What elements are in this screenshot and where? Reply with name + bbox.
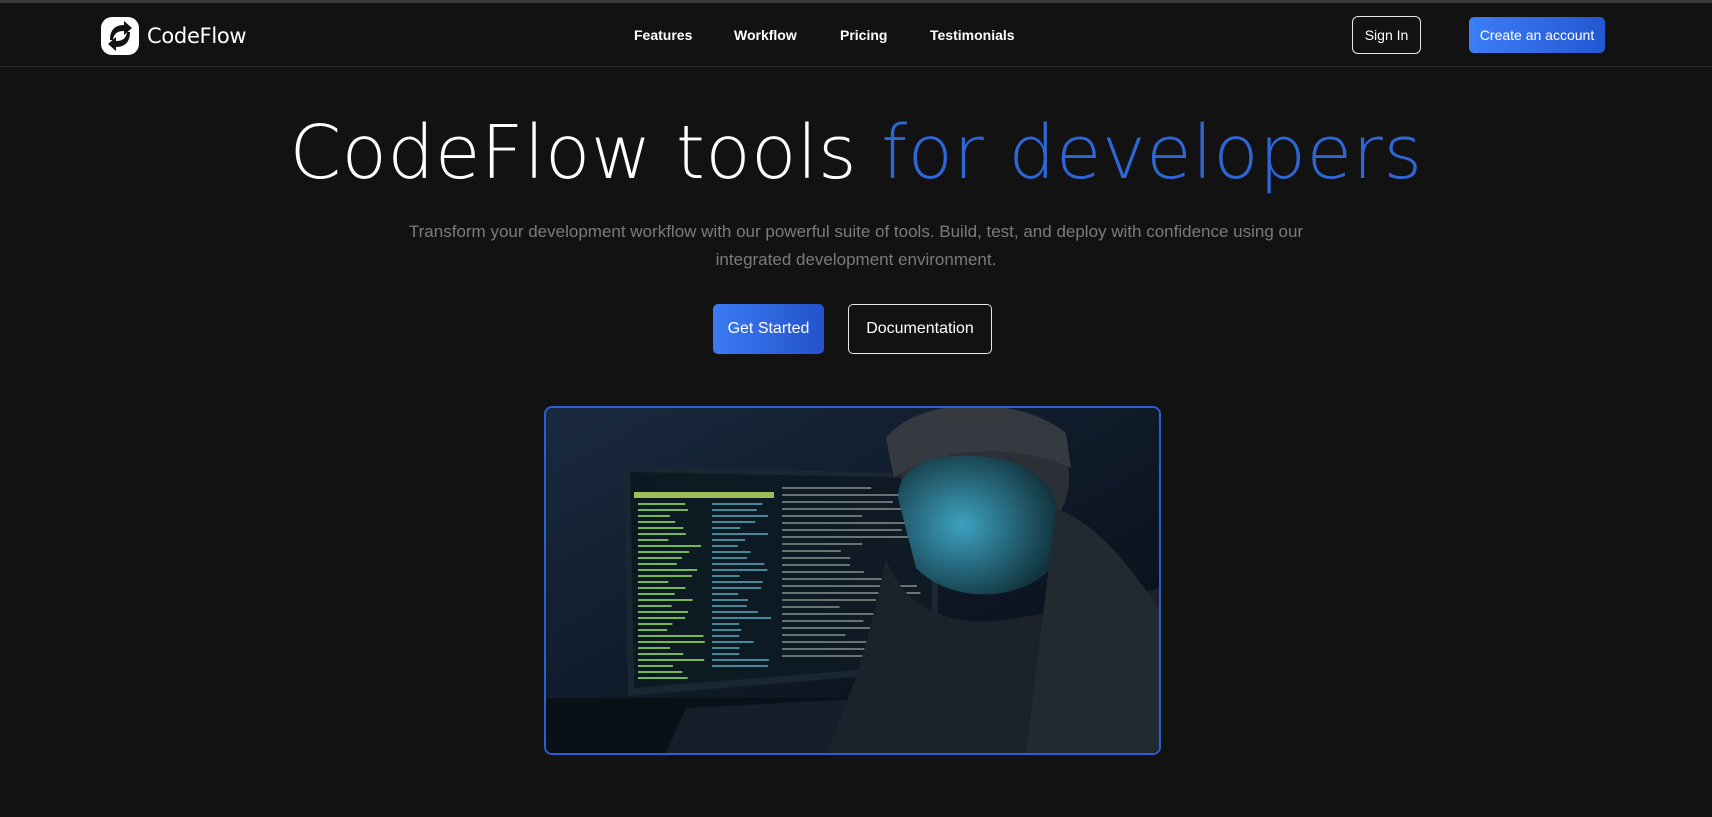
hero-title-accent: for developers bbox=[881, 110, 1423, 196]
create-account-button[interactable]: Create an account bbox=[1469, 17, 1605, 53]
sign-in-button[interactable]: Sign In bbox=[1352, 16, 1421, 54]
site-header: CodeFlow Features Workflow Pricing Testi… bbox=[0, 3, 1712, 67]
nav-link-pricing[interactable]: Pricing bbox=[840, 27, 887, 43]
hero-title: CodeFlow tools for developers bbox=[0, 108, 1712, 198]
main-nav: Features Workflow Pricing Testimonials bbox=[0, 27, 1712, 47]
hero-image bbox=[544, 406, 1161, 755]
get-started-button[interactable]: Get Started bbox=[713, 304, 824, 354]
hero-title-main: CodeFlow tools bbox=[289, 110, 858, 196]
nav-link-testimonials[interactable]: Testimonials bbox=[930, 27, 1015, 43]
developer-at-terminal-illustration bbox=[546, 408, 1159, 753]
nav-link-workflow[interactable]: Workflow bbox=[734, 27, 797, 43]
documentation-button[interactable]: Documentation bbox=[848, 304, 992, 354]
nav-link-features[interactable]: Features bbox=[634, 27, 692, 43]
hero-subtitle: Transform your development workflow with… bbox=[408, 222, 1304, 269]
